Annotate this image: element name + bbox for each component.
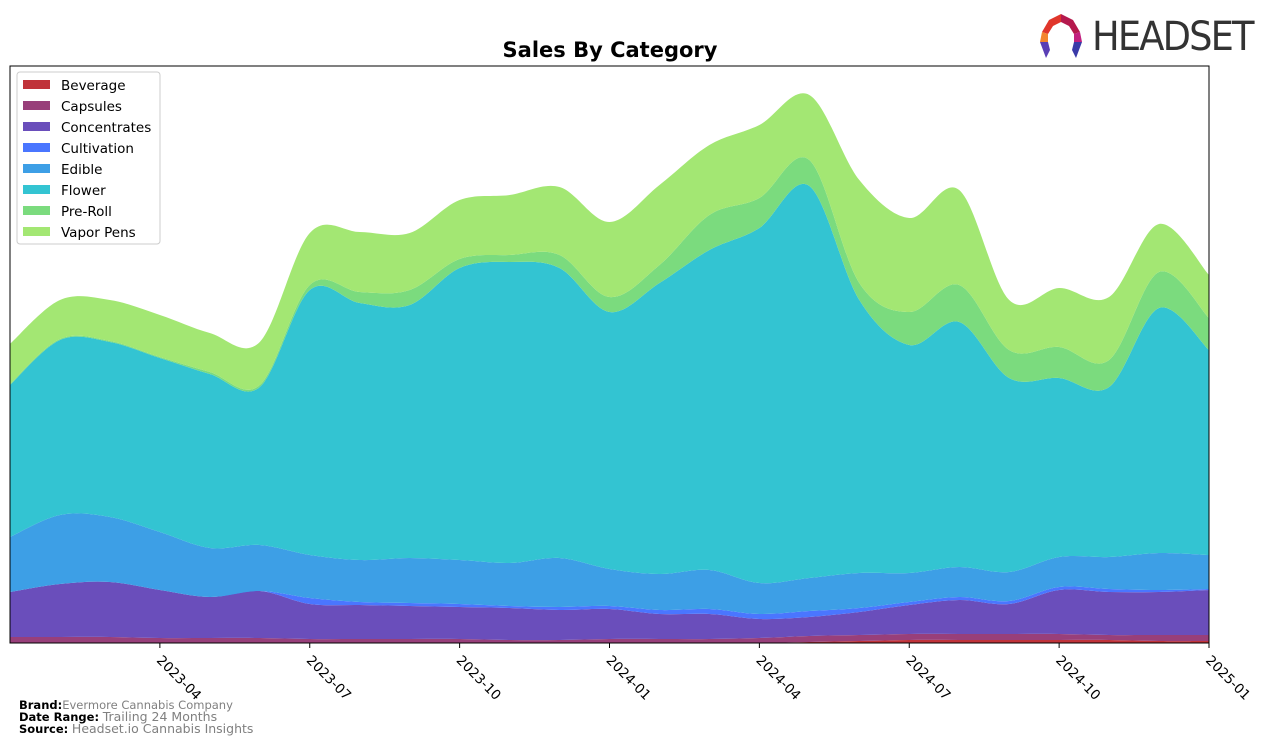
x-tick-label: 2023-04	[153, 653, 204, 704]
legend-label-concentrates: Concentrates	[61, 120, 151, 136]
source-label: Source:	[19, 722, 69, 736]
legend-label-edible: Edible	[61, 162, 102, 178]
x-tick-label: 2023-07	[303, 653, 354, 704]
chart-title: Sales By Category	[503, 38, 718, 62]
source-value: Headset.io Cannabis Insights	[71, 721, 254, 736]
x-axis: 2023-04 2023-07 2023-10 2024-01 2024-04 2024-…	[153, 643, 1253, 704]
legend-swatch-edible	[23, 164, 50, 173]
stacked-areas	[10, 93, 1209, 644]
x-tick-label: 2025-01	[1202, 653, 1253, 704]
headset-logo-icon	[1040, 14, 1082, 58]
legend-swatch-cultivation	[23, 143, 50, 152]
legend-label-pre-roll: Pre-Roll	[61, 204, 112, 220]
x-tick-label: 2024-04	[753, 653, 804, 704]
legend-swatch-pre-roll	[23, 206, 50, 215]
legend-label-capsules: Capsules	[61, 99, 122, 115]
legend-swatch-beverage	[23, 80, 50, 89]
headset-logo: HEADSET	[1036, 12, 1266, 62]
legend-label-beverage: Beverage	[61, 78, 126, 94]
x-tick-label: 2023-10	[453, 653, 504, 704]
legend-swatch-capsules	[23, 101, 50, 110]
legend-swatch-concentrates	[23, 122, 50, 131]
legend-swatch-flower	[23, 185, 50, 194]
legend-swatch-vapor-pens	[23, 227, 50, 236]
legend-label-vapor-pens: Vapor Pens	[61, 225, 136, 241]
x-tick-label: 2024-10	[1052, 653, 1103, 704]
x-tick-label: 2024-01	[603, 653, 654, 704]
chart: Sales By Category 2023-04 2023-07 2023-10 2…	[9, 38, 1253, 704]
legend-label-cultivation: Cultivation	[61, 141, 134, 157]
x-tick-label: 2024-07	[902, 653, 953, 704]
footer-source: Source: Headset.io Cannabis Insights	[19, 721, 254, 736]
legend-label-flower: Flower	[61, 183, 106, 199]
headset-logo-text: HEADSET	[1092, 14, 1254, 60]
legend: Beverage Capsules Concentrates Cultivation E…	[16, 71, 161, 245]
